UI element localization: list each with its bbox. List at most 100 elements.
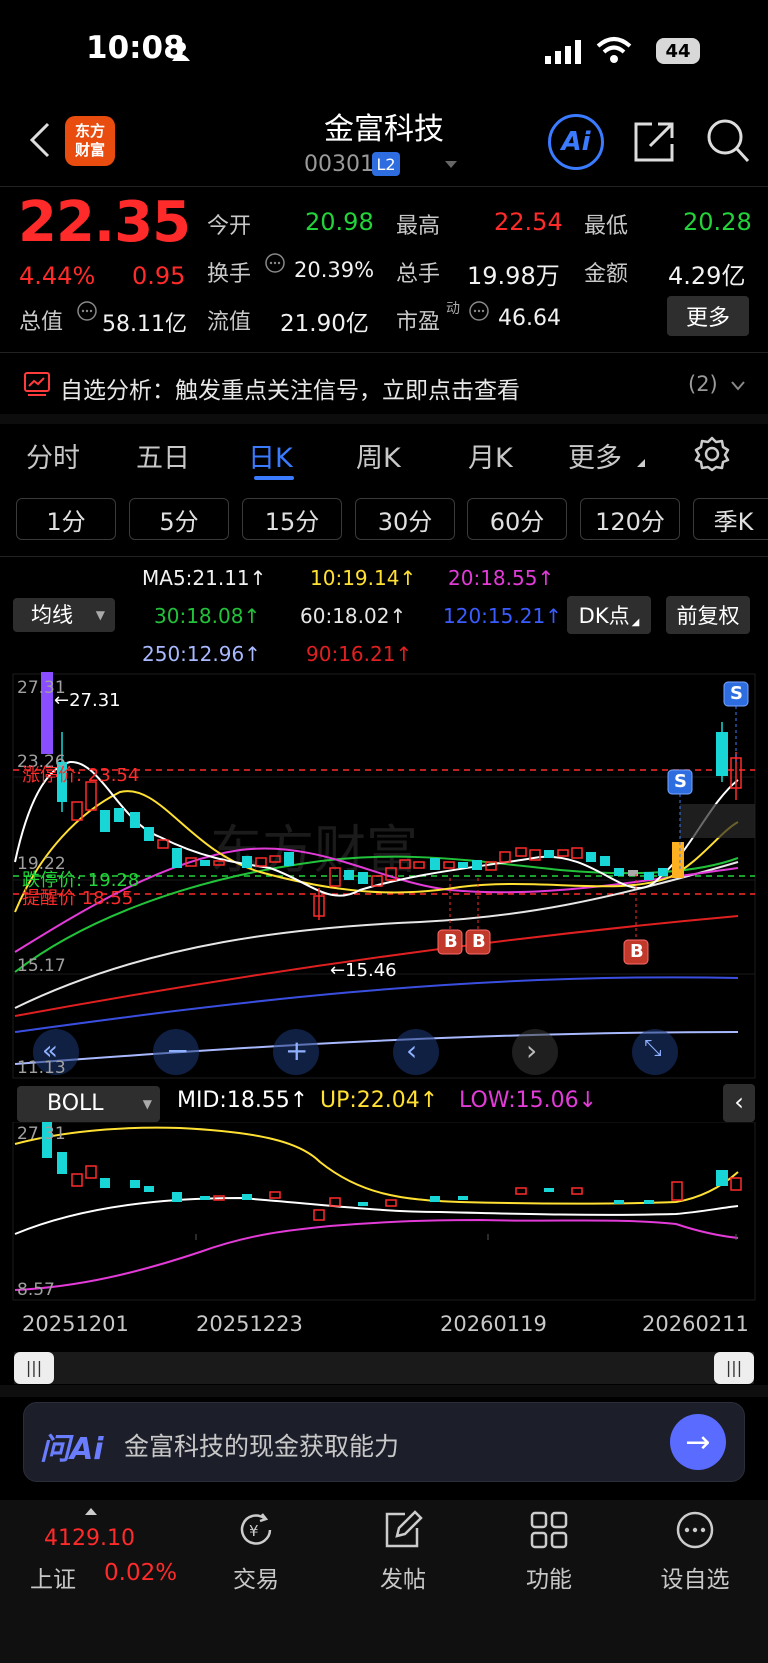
gear-icon[interactable] <box>694 436 730 472</box>
open-value: 20.98 <box>305 208 374 236</box>
ai-send-button[interactable]: → <box>670 1414 726 1470</box>
active-tab-indicator <box>254 476 294 480</box>
period-15min[interactable]: 15分 <box>242 498 342 540</box>
ma20-value: 20:18.55↑ <box>448 566 555 590</box>
dk-point-button[interactable]: DK点 ◢ <box>567 596 651 634</box>
nav-trade[interactable]: 交易 <box>216 1560 296 1594</box>
chevron-down-icon[interactable] <box>444 160 458 170</box>
turnover-value: 20.39% <box>294 258 375 282</box>
sell-marker[interactable]: S <box>674 771 687 792</box>
arrow-right-icon: → <box>685 1424 711 1460</box>
index-change[interactable]: 0.02% <box>104 1560 177 1586</box>
boll-mid: MID:18.55↑ <box>177 1088 309 1113</box>
change-pct: 4.44% <box>19 262 96 290</box>
nav-functions[interactable]: 功能 <box>509 1560 589 1594</box>
indicator-selector[interactable]: 均线 ▼ <box>13 598 115 632</box>
grid-icon[interactable] <box>529 1510 569 1550</box>
chart-alert-icon <box>24 372 50 396</box>
range-handle-right[interactable]: ||| <box>714 1352 754 1384</box>
nav-post[interactable]: 发帖 <box>363 1560 443 1594</box>
buy-marker[interactable]: B <box>444 931 458 952</box>
tab-weekly-k[interactable]: 周K <box>356 436 401 475</box>
turnover-label: 换手 <box>207 262 252 287</box>
more-dots-icon[interactable] <box>675 1510 715 1550</box>
tab-monthly-k[interactable]: 月K <box>468 436 513 475</box>
date-label: 20251201 <box>22 1312 129 1336</box>
collapse-panel-button[interactable]: ‹ <box>723 1084 755 1122</box>
min-price-label: ←15.46 <box>330 960 397 981</box>
boll-chart[interactable] <box>0 1122 768 1302</box>
boll-low: LOW:15.06↓ <box>459 1088 598 1113</box>
ai-logo: 问Ai <box>40 1432 104 1467</box>
date-label: 20251223 <box>196 1312 303 1336</box>
index-name[interactable]: 上证 <box>30 1560 76 1594</box>
adjust-button[interactable]: 前复权 <box>666 596 750 634</box>
zoom-out-icon[interactable]: − <box>166 1034 189 1067</box>
scroll-to-start-icon[interactable]: « <box>42 1036 58 1066</box>
y-axis-4: 15.17 <box>17 956 66 976</box>
period-30min[interactable]: 30分 <box>355 498 455 540</box>
info-icon[interactable] <box>76 300 98 322</box>
signal-icon <box>545 40 581 64</box>
buy-marker[interactable]: B <box>472 931 486 952</box>
amount-label: 金额 <box>584 262 629 287</box>
period-quarter-k[interactable]: 季K <box>693 498 768 540</box>
ai-button[interactable]: Ai <box>548 114 604 170</box>
tab-intraday[interactable]: 分时 <box>26 436 80 475</box>
ai-prompt-text[interactable]: 金富科技的现金获取能力 <box>124 1427 399 1463</box>
ma90-value: 90:16.21↑ <box>306 642 413 666</box>
ma250-value: 250:12.96↑ <box>142 642 261 666</box>
period-120min[interactable]: 120分 <box>580 498 680 540</box>
scroll-right-icon[interactable]: › <box>526 1034 537 1067</box>
ma30-value: 30:18.08↑ <box>154 604 261 628</box>
tab-daily-k[interactable]: 日K <box>248 436 293 475</box>
change-value: 0.95 <box>132 262 186 290</box>
index-value[interactable]: 4129.10 <box>44 1526 135 1551</box>
period-60min[interactable]: 60分 <box>467 498 567 540</box>
ma120-value: 120:15.21↑ <box>443 604 562 628</box>
sell-marker[interactable]: S <box>730 683 743 704</box>
open-label: 今开 <box>207 214 252 239</box>
alert-count[interactable]: (2) <box>688 372 718 396</box>
scroll-left-icon[interactable]: ‹ <box>406 1034 417 1067</box>
zoom-in-icon[interactable]: + <box>285 1034 308 1067</box>
period-5min[interactable]: 5分 <box>129 498 229 540</box>
more-quote-button[interactable]: 更多 <box>667 296 749 336</box>
nav-add-watchlist[interactable]: 设自选 <box>650 1560 740 1594</box>
range-slider[interactable] <box>14 1352 754 1384</box>
float-value: 21.90亿 <box>280 311 369 337</box>
fullscreen-icon[interactable]: ⤡ <box>644 1036 662 1061</box>
tab-five-day[interactable]: 五日 <box>136 436 190 475</box>
pe-label: 市盈 <box>396 310 441 335</box>
mktcap-label: 总值 <box>19 310 64 335</box>
share-icon[interactable] <box>632 118 676 164</box>
alert-text[interactable]: 自选分析：触发重点关注信号，立即点击查看 <box>60 371 520 405</box>
ma5-value: MA5:21.11↑ <box>142 566 267 590</box>
info-icon[interactable] <box>264 252 286 274</box>
date-label: 20260211 <box>642 1312 749 1336</box>
boll-y-bottom: 8.57 <box>17 1280 55 1300</box>
info-icon[interactable] <box>468 300 490 322</box>
period-1min[interactable]: 1分 <box>16 498 116 540</box>
person-icon <box>172 42 190 61</box>
post-icon[interactable] <box>383 1510 423 1550</box>
range-handle-left[interactable]: ||| <box>14 1352 54 1384</box>
boll-selector[interactable]: BOLL ▼ <box>17 1086 160 1122</box>
svg-text:¥: ¥ <box>249 1522 259 1540</box>
tab-more[interactable]: 更多 <box>568 436 622 475</box>
low-label: 最低 <box>584 214 629 239</box>
max-price-label: ←27.31 <box>54 690 121 711</box>
wifi-icon <box>596 37 632 63</box>
watermark: 东方财富 <box>210 821 418 881</box>
trade-icon[interactable]: ¥ <box>236 1510 276 1550</box>
high-label: 最高 <box>396 214 441 239</box>
boll-up: UP:22.04↑ <box>320 1088 439 1113</box>
float-label: 流值 <box>207 310 252 335</box>
battery-indicator: 44 <box>656 38 700 64</box>
search-icon[interactable] <box>704 116 752 166</box>
ma60-value: 60:18.02↑ <box>300 604 407 628</box>
amount-value: 4.29亿 <box>668 262 746 290</box>
chevron-down-icon[interactable] <box>730 380 746 392</box>
buy-marker[interactable]: B <box>630 941 644 962</box>
level2-badge[interactable]: L2 <box>372 152 400 176</box>
